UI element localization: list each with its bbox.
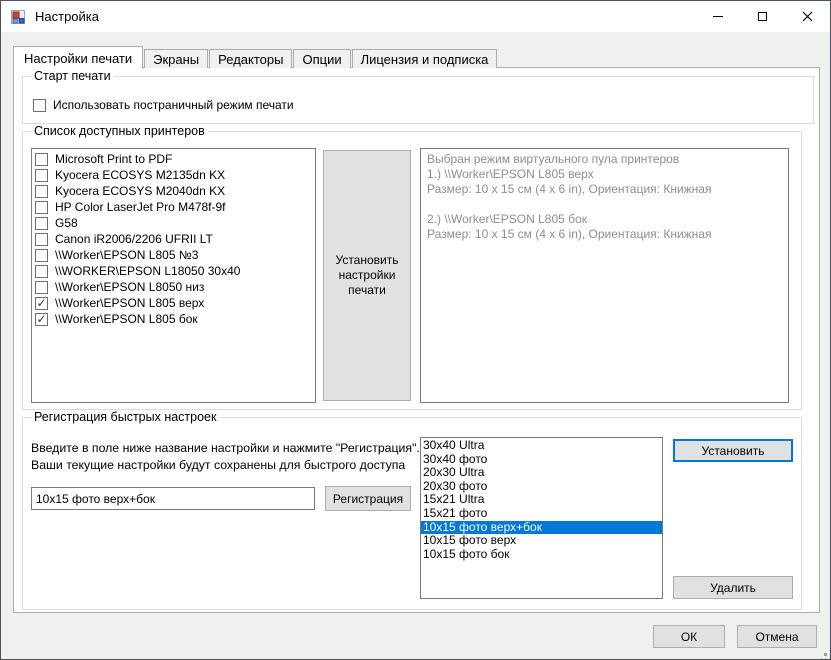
preset-instructions-line1: Введите в поле ниже название настройки и… [31, 440, 420, 457]
preset-item[interactable]: 10x15 фото бок [421, 548, 662, 562]
checkbox-icon[interactable] [35, 249, 48, 262]
delete-preset-button[interactable]: Удалить [673, 576, 793, 599]
selected-printers-info-panel: Выбран режим виртуального пула принтеров… [420, 148, 789, 403]
checkbox-checked-icon[interactable]: ✓ [35, 313, 48, 326]
printer-item[interactable]: \\WORKER\EPSON L18050 30x40 [35, 263, 315, 279]
preset-item[interactable]: 30x40 Ultra [421, 439, 662, 453]
register-preset-button[interactable]: Регистрация [325, 486, 411, 511]
checkbox-icon [33, 99, 46, 112]
checkbox-icon[interactable] [35, 265, 48, 278]
maximize-button[interactable] [740, 1, 785, 32]
checkbox-icon[interactable] [35, 201, 48, 214]
preset-item[interactable]: 30x40 фото [421, 453, 662, 467]
cancel-button[interactable]: Отмена [737, 625, 817, 648]
minimize-icon [713, 16, 723, 17]
group-quick-presets: Регистрация быстрых настроек Введите в п… [22, 417, 802, 610]
info-line: Выбран режим виртуального пула принтеров [427, 152, 782, 167]
info-line: Размер: 10 x 15 см (4 x 6 in), Ориентаци… [427, 227, 782, 242]
resize-grip[interactable] [825, 654, 826, 655]
printer-item-label: G58 [55, 216, 78, 230]
info-line: 1.) \\Worker\EPSON L805 верх [427, 167, 782, 182]
group-quick-presets-title: Регистрация быстрых настроек [31, 410, 219, 424]
checkbox-checked-icon[interactable]: ✓ [35, 297, 48, 310]
printer-item-label: \\Worker\EPSON L805 №3 [55, 248, 198, 262]
preset-item[interactable]: 20x30 Ultra [421, 466, 662, 480]
printer-item[interactable]: ✓ \\Worker\EPSON L805 верх [35, 295, 315, 311]
preset-item[interactable]: 10x15 фото верх [421, 534, 662, 548]
tab-1[interactable]: Экраны [144, 49, 208, 68]
tab-2[interactable]: Редакторы [209, 49, 292, 68]
form-app-icon [10, 9, 26, 25]
close-button[interactable] [785, 1, 830, 32]
titlebar: Настройка [1, 1, 830, 32]
checkbox-icon[interactable] [35, 233, 48, 246]
apply-print-settings-button[interactable]: Установить настройки печати [323, 150, 411, 401]
tab-strip: Настройки печатиЭкраныРедакторыОпцииЛице… [13, 45, 498, 68]
set-preset-button[interactable]: Установить [673, 439, 793, 462]
preset-item[interactable]: 15x21 фото [421, 507, 662, 521]
maximize-icon [758, 12, 767, 21]
preset-item-selected[interactable]: 10x15 фото верх+бок [421, 521, 662, 535]
group-printer-list: Список доступных принтеров Microsoft Pri… [22, 131, 802, 410]
settings-window: Настройка Настройки печатиЭкраныРедактор… [0, 0, 831, 660]
printer-item-label: Canon iR2006/2206 UFRII LT [55, 232, 213, 246]
close-icon [802, 11, 813, 22]
printer-item[interactable]: Kyocera ECOSYS M2135dn KX [35, 167, 315, 183]
ok-button[interactable]: ОК [653, 625, 725, 648]
preset-item[interactable]: 15x21 Ultra [421, 493, 662, 507]
preset-item[interactable]: 20x30 фото [421, 480, 662, 494]
preset-instructions: Введите в поле ниже название настройки и… [31, 440, 420, 474]
tab-0[interactable]: Настройки печати [13, 46, 143, 69]
group-start-print: Старт печати Использовать постраничный р… [22, 76, 814, 124]
info-line [427, 197, 782, 212]
checkbox-icon[interactable] [35, 169, 48, 182]
printer-item[interactable]: Kyocera ECOSYS M2040dn KX [35, 183, 315, 199]
group-start-print-title: Старт печати [31, 69, 114, 83]
printer-item[interactable]: Canon iR2006/2206 UFRII LT [35, 231, 315, 247]
printer-item-label: Kyocera ECOSYS M2040dn KX [55, 184, 225, 198]
printer-item-label: Kyocera ECOSYS M2135dn KX [55, 168, 225, 182]
tab-3[interactable]: Опции [293, 49, 350, 68]
per-page-mode-checkbox[interactable]: Использовать постраничный режим печати [33, 98, 294, 112]
group-printer-list-title: Список доступных принтеров [31, 124, 208, 138]
printer-list[interactable]: Microsoft Print to PDF Kyocera ECOSYS M21… [31, 148, 316, 403]
preset-instructions-line2: Ваши текущие настройки будут сохранены д… [31, 457, 420, 474]
tab-4[interactable]: Лицензия и подписка [352, 49, 498, 68]
info-line: Размер: 10 x 15 см (4 x 6 in), Ориентаци… [427, 182, 782, 197]
printer-item-label: \\Worker\EPSON L805 верх [55, 296, 204, 310]
printer-item[interactable]: ✓ \\Worker\EPSON L805 бок [35, 311, 315, 327]
printer-item[interactable]: \\Worker\EPSON L805 №3 [35, 247, 315, 263]
printer-item-label: \\Worker\EPSON L8050 низ [55, 280, 204, 294]
per-page-mode-label: Использовать постраничный режим печати [53, 98, 294, 112]
printer-item-label: \\WORKER\EPSON L18050 30x40 [55, 264, 240, 278]
tab-page-print-settings: Старт печати Использовать постраничный р… [13, 67, 820, 613]
checkbox-icon[interactable] [35, 281, 48, 294]
checkbox-icon[interactable] [35, 153, 48, 166]
checkbox-icon[interactable] [35, 217, 48, 230]
minimize-button[interactable] [695, 1, 740, 32]
printer-item-label: HP Color LaserJet Pro M478f-9f [55, 200, 226, 214]
preset-name-input[interactable] [31, 487, 315, 510]
preset-list[interactable]: 30x40 Ultra30x40 фото20x30 Ultra20x30 фо… [420, 437, 663, 599]
printer-item-label: \\Worker\EPSON L805 бок [55, 312, 198, 326]
printer-item[interactable]: \\Worker\EPSON L8050 низ [35, 279, 315, 295]
window-title: Настройка [35, 9, 99, 24]
printer-item[interactable]: Microsoft Print to PDF [35, 151, 315, 167]
printer-item[interactable]: G58 [35, 215, 315, 231]
printer-item[interactable]: HP Color LaserJet Pro M478f-9f [35, 199, 315, 215]
printer-item-label: Microsoft Print to PDF [55, 152, 172, 166]
checkbox-icon[interactable] [35, 185, 48, 198]
info-line: 2.) \\Worker\EPSON L805 бок [427, 212, 782, 227]
